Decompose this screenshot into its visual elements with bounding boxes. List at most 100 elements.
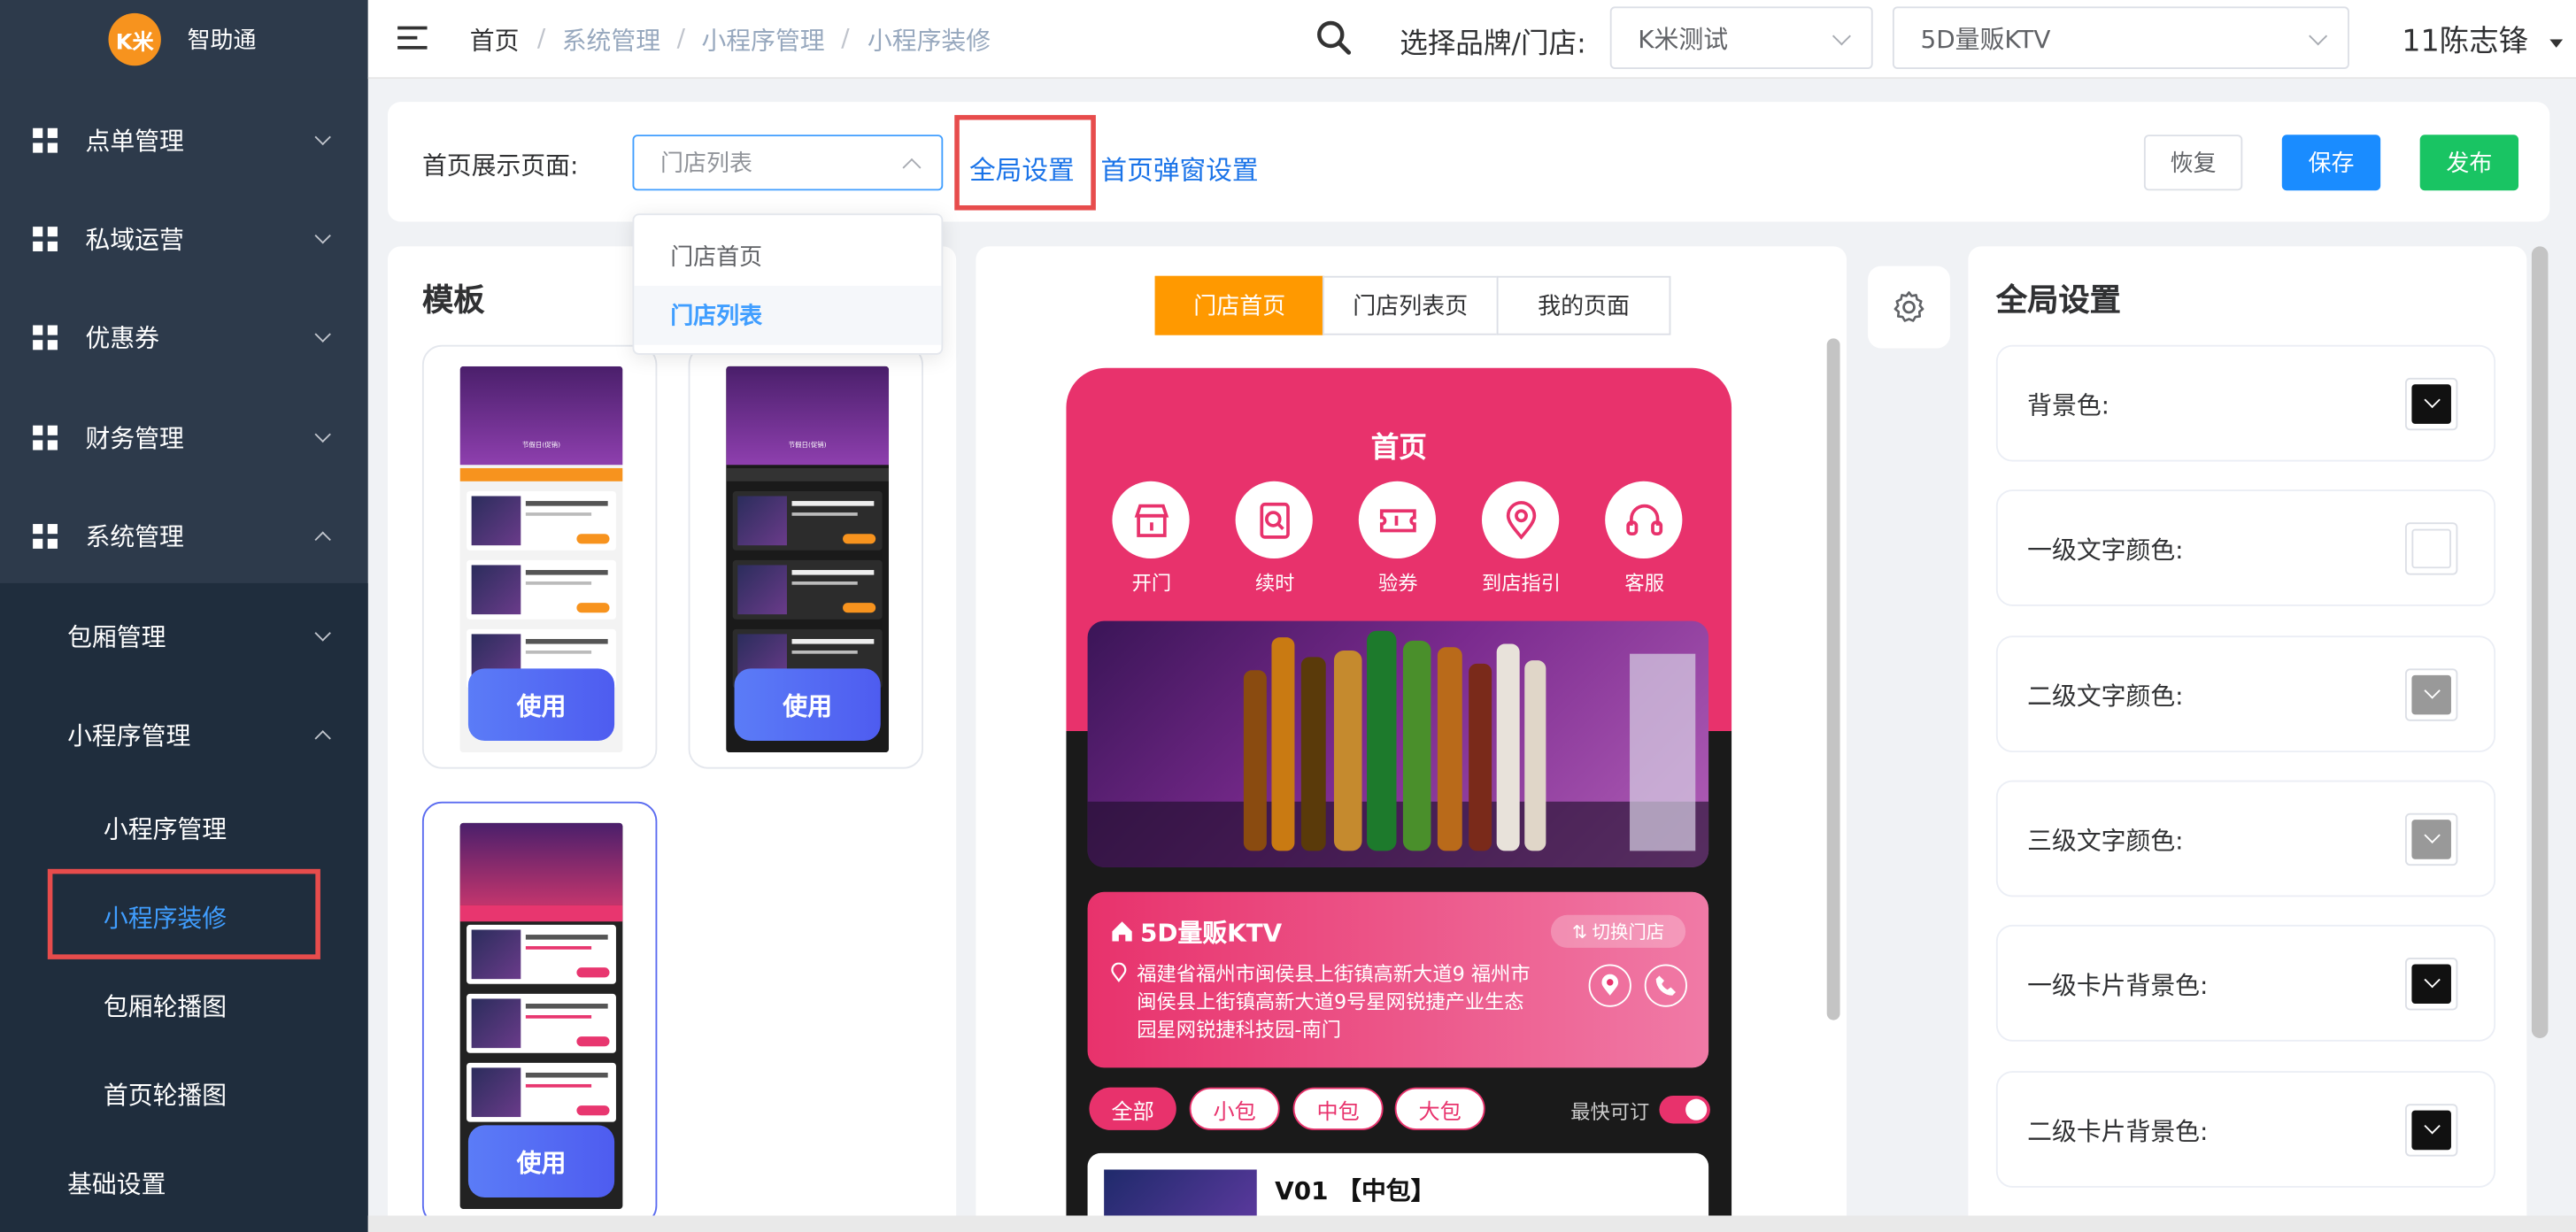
search-doc-icon[interactable]	[1235, 481, 1313, 559]
gear-button[interactable]	[1868, 266, 1950, 349]
submenu-label: 首页轮播图	[103, 1080, 228, 1110]
global-settings-link[interactable]: 全局设置	[969, 148, 1075, 188]
page-scrollbar[interactable]	[367, 1215, 2576, 1232]
dropdown-option[interactable]: 门店首页	[634, 228, 941, 284]
page-select-value: 门店列表	[660, 150, 752, 178]
tab-store-list[interactable]: 门店列表页	[1322, 275, 1499, 335]
publish-button[interactable]: 发布	[2419, 135, 2519, 191]
setting-text1-color: 一级文字颜色:	[1995, 489, 2496, 606]
submenu-label: 小程序管理	[103, 813, 228, 844]
menu-system[interactable]: 系统管理	[0, 486, 368, 584]
user-name[interactable]: 11陈志锋	[2402, 18, 2528, 60]
headset-icon[interactable]	[1605, 481, 1683, 559]
store-icon[interactable]	[1112, 481, 1190, 559]
use-button[interactable]: 使用	[734, 668, 881, 742]
submenu-label: 包厢管理	[67, 621, 166, 651]
setting-card1-color: 一级卡片背景色:	[1995, 924, 2496, 1042]
color-picker[interactable]	[2404, 812, 2458, 866]
menu-label: 财务管理	[85, 422, 184, 453]
highlight-box	[47, 868, 320, 959]
menu-finance[interactable]: 财务管理	[0, 388, 368, 486]
gear-icon	[1893, 291, 1924, 322]
submenu-room[interactable]: 包厢管理	[0, 591, 368, 680]
restore-button[interactable]: 恢复	[2143, 135, 2243, 191]
switch-store-label: 切换门店	[1592, 921, 1665, 943]
submenu-miniapp[interactable]: 小程序管理	[0, 690, 368, 779]
use-button[interactable]: 使用	[467, 1125, 615, 1198]
menu-label: 点单管理	[85, 125, 184, 156]
submenu-room-banner[interactable]: 包厢轮播图	[0, 961, 368, 1050]
chevron-down-icon	[2309, 27, 2328, 46]
filter-large[interactable]: 大包	[1394, 1087, 1485, 1130]
submenu-home-banner[interactable]: 首页轮播图	[0, 1050, 368, 1138]
breadcrumb-home[interactable]: 首页	[470, 23, 520, 58]
brand-select[interactable]: K米测试	[1609, 6, 1873, 69]
breadcrumb-decorate: 小程序装修	[867, 26, 991, 57]
breadcrumb-system[interactable]: 系统管理	[562, 23, 660, 58]
page-select[interactable]: 门店列表	[632, 135, 944, 191]
thumb-header: 节假日(促销)	[788, 440, 827, 449]
preview-scrollbar[interactable]	[1826, 338, 1840, 1020]
icon-label: 续时	[1254, 571, 1295, 595]
submenu-label: 包厢轮播图	[103, 991, 228, 1021]
color-picker[interactable]	[2404, 958, 2458, 1011]
dropdown-option-selected[interactable]: 门店列表	[634, 285, 942, 345]
filter-medium[interactable]: 中包	[1292, 1087, 1384, 1130]
color-picker[interactable]	[2404, 377, 2458, 431]
logo-badge: K米	[108, 12, 161, 66]
submenu-label: 基础设置	[67, 1168, 166, 1198]
phone-title: 首页	[1370, 432, 1427, 466]
setting-label: 一级文字颜色:	[2027, 535, 2184, 566]
use-button[interactable]: 使用	[467, 668, 615, 742]
setting-text3-color: 三级文字颜色:	[1995, 780, 2496, 897]
store-select[interactable]: 5D量贩KTV	[1892, 6, 2349, 69]
icon-label: 到店指引	[1481, 571, 1562, 595]
switch-store-button[interactable]: ⇅ 切换门店	[1550, 914, 1686, 948]
settings-scrollbar[interactable]	[2531, 246, 2549, 1038]
template-card-1[interactable]: 节假日(促销) 使用	[421, 344, 658, 769]
popup-settings-link[interactable]: 首页弹窗设置	[1100, 148, 1258, 188]
tab-store-home[interactable]: 门店首页	[1154, 275, 1324, 335]
template-card-2[interactable]: 节假日(促销) 使用	[688, 344, 923, 769]
menu-coupon[interactable]: 优惠券	[0, 288, 368, 386]
menu-order[interactable]: 点单管理	[0, 90, 368, 189]
logo[interactable]: K米 智助通	[0, 0, 368, 80]
setting-label: 背景色:	[2027, 390, 2110, 421]
submenu-basic[interactable]: 基础设置	[0, 1138, 368, 1227]
chevron-down-icon	[314, 624, 331, 641]
menu-label: 私域运营	[85, 224, 184, 254]
setting-text2-color: 二级文字颜色:	[1995, 635, 2496, 753]
search-icon[interactable]	[1316, 19, 1353, 56]
store-select-value: 5D量贩KTV	[1920, 23, 2051, 54]
chevron-up-icon	[314, 530, 331, 547]
submenu-label: 小程序管理	[67, 720, 191, 751]
filter-all[interactable]: 全部	[1089, 1087, 1176, 1130]
color-picker[interactable]	[2404, 522, 2458, 575]
tab-my-page[interactable]: 我的页面	[1496, 275, 1671, 335]
breadcrumb-sep: /	[536, 22, 546, 53]
fastest-toggle[interactable]	[1659, 1095, 1710, 1124]
phone-icon[interactable]	[1644, 964, 1687, 1007]
ticket-icon[interactable]	[1358, 481, 1437, 559]
breadcrumb-sep: /	[841, 22, 850, 53]
setting-bg-color: 背景色:	[1995, 344, 2496, 462]
submenu-miniapp-manage[interactable]: 小程序管理	[0, 783, 368, 872]
save-button[interactable]: 保存	[2281, 135, 2381, 191]
hamburger-icon[interactable]	[397, 26, 428, 50]
map-pin-icon[interactable]	[1588, 964, 1631, 1007]
banner-image	[1087, 620, 1709, 867]
setting-label: 三级文字颜色:	[2027, 826, 2184, 856]
grid-icon	[33, 324, 58, 350]
breadcrumb-miniapp[interactable]: 小程序管理	[701, 23, 824, 58]
location-icon[interactable]	[1481, 481, 1560, 559]
template-card-3[interactable]: 使用	[421, 801, 658, 1226]
filter-small[interactable]: 小包	[1189, 1087, 1280, 1130]
caret-down-icon[interactable]	[2549, 39, 2564, 48]
store-name: 5D量贩KTV	[1139, 918, 1283, 948]
page-label: 首页展示页面:	[421, 150, 579, 181]
menu-label: 系统管理	[85, 521, 184, 551]
color-picker[interactable]	[2404, 668, 2458, 721]
menu-private[interactable]: 私域运营	[0, 189, 368, 287]
swap-icon: ⇅	[1571, 920, 1587, 943]
color-picker[interactable]	[2404, 1104, 2458, 1157]
